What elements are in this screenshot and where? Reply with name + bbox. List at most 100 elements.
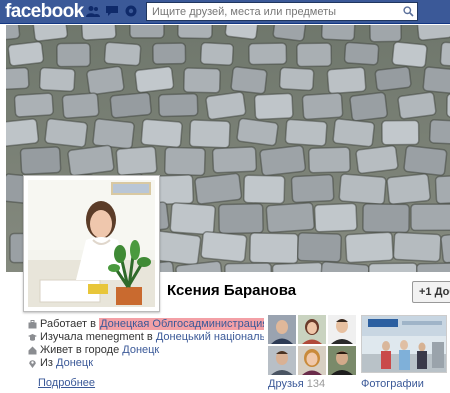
cobblestone	[290, 174, 335, 204]
info-row-from: Из Донецк	[28, 357, 264, 370]
cobblestone	[32, 25, 69, 42]
cobblestone	[249, 232, 299, 265]
cobblestone	[230, 66, 268, 95]
search-icon	[403, 6, 414, 17]
cobblestone	[199, 42, 234, 66]
cobblestone	[259, 145, 307, 177]
cobblestone	[211, 146, 258, 174]
cobblestone	[253, 92, 294, 121]
photos-link[interactable]: Фотографии	[361, 378, 424, 390]
cobblestone	[224, 262, 273, 272]
graduation-cap-icon	[28, 334, 37, 341]
cobblestone	[308, 146, 351, 174]
cobblestone	[38, 66, 76, 92]
profile-picture[interactable]	[23, 175, 160, 312]
messages-icon[interactable]	[105, 5, 119, 17]
cobblestone	[183, 67, 221, 94]
cobblestone	[205, 91, 247, 121]
more-info-link[interactable]: Подробнее	[38, 377, 95, 389]
cobblestone	[320, 25, 356, 42]
cobblestone	[368, 262, 418, 272]
friend-thumbnail[interactable]	[298, 346, 326, 375]
friend-thumbnail[interactable]	[268, 346, 296, 375]
friend-thumbnail[interactable]	[268, 315, 296, 344]
profile-info-list: Работает в Донецкая Облгосадминистрация …	[28, 318, 264, 370]
friend-requests-icon[interactable]	[86, 5, 100, 17]
cobblestone	[416, 262, 450, 272]
cobblestone	[248, 42, 288, 66]
friends-grid[interactable]	[268, 315, 356, 377]
cobblestone	[169, 202, 216, 236]
cobblestone	[140, 118, 183, 148]
friends-section-label[interactable]: Друзья 134	[268, 378, 325, 390]
cobblestone	[313, 202, 358, 233]
cobblestone	[422, 66, 450, 95]
cobblestone	[109, 91, 152, 119]
top-bar: facebook	[0, 0, 450, 24]
friends-link[interactable]: Друзья	[268, 378, 304, 390]
cobblestone	[6, 66, 30, 91]
cobblestone	[428, 119, 450, 146]
cobblestone	[243, 174, 286, 205]
lives-city-link[interactable]: Донецк	[122, 344, 159, 356]
cobblestone	[434, 173, 450, 205]
cobblestone	[129, 25, 165, 39]
profile-name: Ксения Баранова	[167, 282, 297, 299]
lives-prefix: Живет в городе	[40, 344, 120, 356]
cobblestone	[381, 119, 420, 146]
work-place-link[interactable]: Донецкая Облгосадминистрация	[99, 318, 264, 330]
add-friend-button[interactable]: +1 Доб	[412, 281, 450, 303]
info-row-study: Изучала menegment в Донецький національн…	[28, 331, 264, 344]
cobblestone	[265, 202, 315, 234]
briefcase-icon	[28, 320, 37, 329]
photos-thumbnail[interactable]	[361, 315, 447, 373]
cobblestone	[392, 231, 442, 263]
cobblestone	[439, 41, 450, 69]
cobblestone	[326, 66, 367, 95]
cobblestone	[369, 25, 402, 43]
cobblestone	[152, 42, 187, 65]
photos-section-label[interactable]: Фотографии	[361, 378, 424, 390]
search-input[interactable]	[147, 3, 399, 20]
info-row-lives: Живет в городе Донецк	[28, 344, 264, 357]
photos-preview-image	[362, 316, 446, 372]
from-city-link[interactable]: Донецк	[56, 357, 93, 369]
profile-photo-image	[28, 180, 155, 307]
facebook-logo[interactable]: facebook	[5, 0, 84, 23]
cobblestone	[386, 173, 431, 205]
cobblestone	[134, 66, 175, 94]
cobblestone	[56, 42, 91, 68]
info-row-work: Работает в Донецкая Облгосадминистрация	[28, 318, 264, 331]
home-icon	[28, 346, 37, 355]
cobblestone	[80, 25, 117, 41]
cobblestone	[296, 42, 333, 68]
study-place-link[interactable]: Донецький національний унів...	[156, 331, 264, 343]
search-button[interactable]	[399, 3, 417, 20]
cobblestone	[13, 92, 54, 118]
notifications-icon[interactable]	[124, 5, 138, 17]
cobblestone	[355, 145, 399, 175]
cobblestone	[391, 41, 428, 68]
friends-count: 134	[306, 378, 326, 390]
cobblestone	[338, 173, 387, 205]
cobblestone	[344, 231, 394, 264]
cobblestone	[7, 41, 45, 67]
cobblestone	[403, 145, 448, 177]
study-prefix: Изучала menegment в	[40, 331, 153, 343]
cobblestone	[61, 92, 100, 119]
cobblestone	[410, 203, 450, 232]
cobblestone	[349, 91, 388, 122]
friend-thumbnail[interactable]	[298, 315, 326, 344]
cobblestone	[271, 261, 324, 272]
cobblestone	[177, 25, 213, 40]
friend-thumbnail[interactable]	[328, 315, 356, 344]
cobblestone	[67, 144, 115, 177]
friend-thumbnail[interactable]	[328, 346, 356, 375]
cobblestone	[296, 232, 342, 263]
cobblestone	[374, 66, 412, 92]
cobblestone	[19, 146, 62, 175]
cobblestone	[278, 66, 315, 92]
cobblestone	[44, 118, 88, 148]
cobblestone	[301, 92, 344, 121]
cobblestone	[362, 203, 410, 234]
